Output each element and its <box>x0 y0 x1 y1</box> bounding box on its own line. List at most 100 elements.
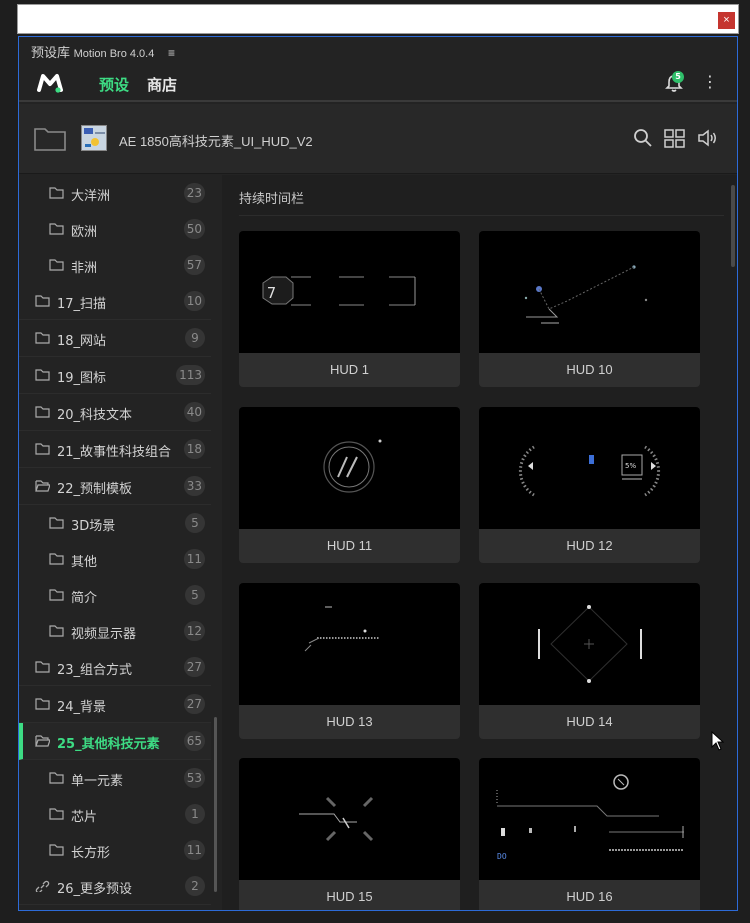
sidebar-item-label: 18_网站 <box>57 334 107 349</box>
sidebar-item-count: 23 <box>183 183 205 203</box>
preset-card-title: HUD 12 <box>566 538 613 553</box>
app-window: × 预设库 Motion Bro 4.0.4 ≡ 预设 商店 5 ⋮ AE 18… <box>0 0 750 923</box>
panel-menu-icon[interactable]: ≡ <box>168 46 175 60</box>
mouse-cursor-icon <box>711 731 725 751</box>
folder-icon <box>35 295 50 307</box>
sidebar-item[interactable]: 其他 11 <box>19 541 211 577</box>
sidebar-item-label: 简介 <box>71 591 98 606</box>
preset-card[interactable]: HUD 10 <box>479 231 700 387</box>
preset-thumbnail <box>81 125 107 151</box>
preset-name: AE 1850高科技元素_UI_HUD_V2 <box>119 134 313 149</box>
grid-view-icon[interactable] <box>663 126 687 150</box>
folder-icon <box>35 661 50 673</box>
preset-card[interactable]: HUD 11 <box>239 407 460 563</box>
folder-open-icon <box>35 480 50 492</box>
sidebar-item-label: 19_图标 <box>57 371 107 386</box>
folder-icon[interactable] <box>33 124 67 152</box>
folder-icon <box>49 553 64 565</box>
sidebar-item[interactable]: 18_网站 9 <box>19 320 211 357</box>
preset-card[interactable]: HUD 13 <box>239 583 460 739</box>
sidebar-item-count: 12 <box>183 621 205 641</box>
preset-preview <box>479 231 700 353</box>
tab-presets[interactable]: 预设 <box>99 74 129 95</box>
sidebar-item-label: 视频显示器 <box>71 627 137 642</box>
sidebar-item-label: 其他 <box>71 555 98 570</box>
folder-icon <box>49 808 64 820</box>
preset-card-title: HUD 14 <box>566 714 613 729</box>
volume-icon[interactable] <box>696 126 720 150</box>
sidebar-item-count: 9 <box>185 328 205 348</box>
folder-icon <box>35 698 50 710</box>
top-nav: 预设 商店 5 ⋮ <box>19 65 737 102</box>
preset-card-title: HUD 10 <box>566 362 613 377</box>
section-title: 持续时间栏 <box>239 192 305 207</box>
sidebar-item[interactable]: 欧洲 50 <box>19 211 211 247</box>
sidebar-item-label: 20_科技文本 <box>57 408 133 423</box>
sidebar-item-label: 23_组合方式 <box>57 663 133 678</box>
sidebar-item-count: 27 <box>183 694 205 714</box>
sidebar-item-label: 26_更多预设 <box>57 882 133 897</box>
panel-title: 预设库 Motion Bro 4.0.4 ≡ <box>31 42 175 61</box>
sidebar-item-count: 1 <box>185 804 205 824</box>
sidebar-item-count: 2 <box>185 876 205 896</box>
svg-text:DO: DO <box>497 852 507 861</box>
preset-card[interactable]: 7 HUD 1 <box>239 231 460 387</box>
sidebar-item[interactable]: 长方形 11 <box>19 832 211 868</box>
sidebar-item[interactable]: 单一元素 53 <box>19 760 211 796</box>
sidebar-item-count: 18 <box>183 439 205 459</box>
folder-icon <box>49 187 64 199</box>
preset-preview <box>479 583 700 705</box>
sidebar-item[interactable]: 23_组合方式 27 <box>19 649 211 686</box>
close-button[interactable]: × <box>718 12 735 29</box>
sidebar-item-count: 65 <box>183 731 205 751</box>
preset-card-title: HUD 15 <box>326 889 373 904</box>
preset-card-title: HUD 1 <box>329 362 369 377</box>
sidebar-item-count: 57 <box>183 255 205 275</box>
folder-icon <box>35 406 50 418</box>
preset-preview <box>239 758 460 880</box>
sidebar-item[interactable]: 26_更多预设 2 <box>19 868 211 905</box>
sidebar-item[interactable]: 大洋洲 23 <box>19 175 211 211</box>
motion-bro-logo[interactable] <box>37 72 63 94</box>
sidebar-item[interactable]: 24_背景 27 <box>19 686 211 723</box>
sidebar-item-label: 长方形 <box>71 846 111 861</box>
sidebar-item-count: 53 <box>183 768 205 788</box>
panel-title-label: 预设库 <box>31 45 71 60</box>
sidebar-item[interactable]: 17_扫描 10 <box>19 283 211 320</box>
sidebar-item[interactable]: 20_科技文本 40 <box>19 394 211 431</box>
preset-preview: 7 <box>239 231 460 353</box>
sidebar-scrollbar[interactable] <box>214 717 217 892</box>
sidebar-item[interactable]: 19_图标 113 <box>19 357 211 394</box>
sidebar-item-count: 5 <box>185 513 205 533</box>
sidebar-item[interactable]: 21_故事性科技组合 18 <box>19 431 211 468</box>
sidebar-item-count: 50 <box>183 219 205 239</box>
folder-icon <box>35 332 50 344</box>
notification-badge: 5 <box>672 71 684 83</box>
sidebar-item[interactable]: 25_其他科技元素 65 <box>19 723 211 760</box>
sidebar-item-count: 40 <box>183 402 205 422</box>
sidebar-item[interactable]: 非洲 57 <box>19 247 211 283</box>
preset-preview <box>239 407 460 529</box>
sidebar-item[interactable]: 简介 5 <box>19 577 211 613</box>
search-icon[interactable] <box>631 126 655 150</box>
preset-card-title: HUD 16 <box>566 889 613 904</box>
sidebar-item-label: 3D场景 <box>71 519 116 534</box>
tab-store[interactable]: 商店 <box>147 74 177 95</box>
preset-card[interactable]: HUD 14 <box>479 583 700 739</box>
folder-icon <box>49 589 64 601</box>
more-options-icon[interactable]: ⋮ <box>702 73 718 93</box>
sidebar-item[interactable]: 视频显示器 12 <box>19 613 211 649</box>
preset-card[interactable]: 5% HUD 12 <box>479 407 700 563</box>
preset-card[interactable]: DO HUD 16 <box>479 758 700 910</box>
sidebar-item[interactable]: 芯片 1 <box>19 796 211 832</box>
folder-icon <box>49 223 64 235</box>
sidebar-item[interactable]: 22_预制模板 33 <box>19 468 211 505</box>
section-divider <box>239 215 724 216</box>
sidebar-item-label: 17_扫描 <box>57 297 107 312</box>
content-scrollbar[interactable] <box>731 185 735 267</box>
sidebar-item[interactable]: 3D场景 5 <box>19 505 211 541</box>
preset-bar: AE 1850高科技元素_UI_HUD_V2 <box>19 104 737 174</box>
sidebar-item-count: 27 <box>183 657 205 677</box>
preset-grid: 持续时间栏 7 HUD 1 HUD 10 HUD 11 5% HUD 12 HU… <box>222 175 737 910</box>
preset-card[interactable]: HUD 15 <box>239 758 460 910</box>
